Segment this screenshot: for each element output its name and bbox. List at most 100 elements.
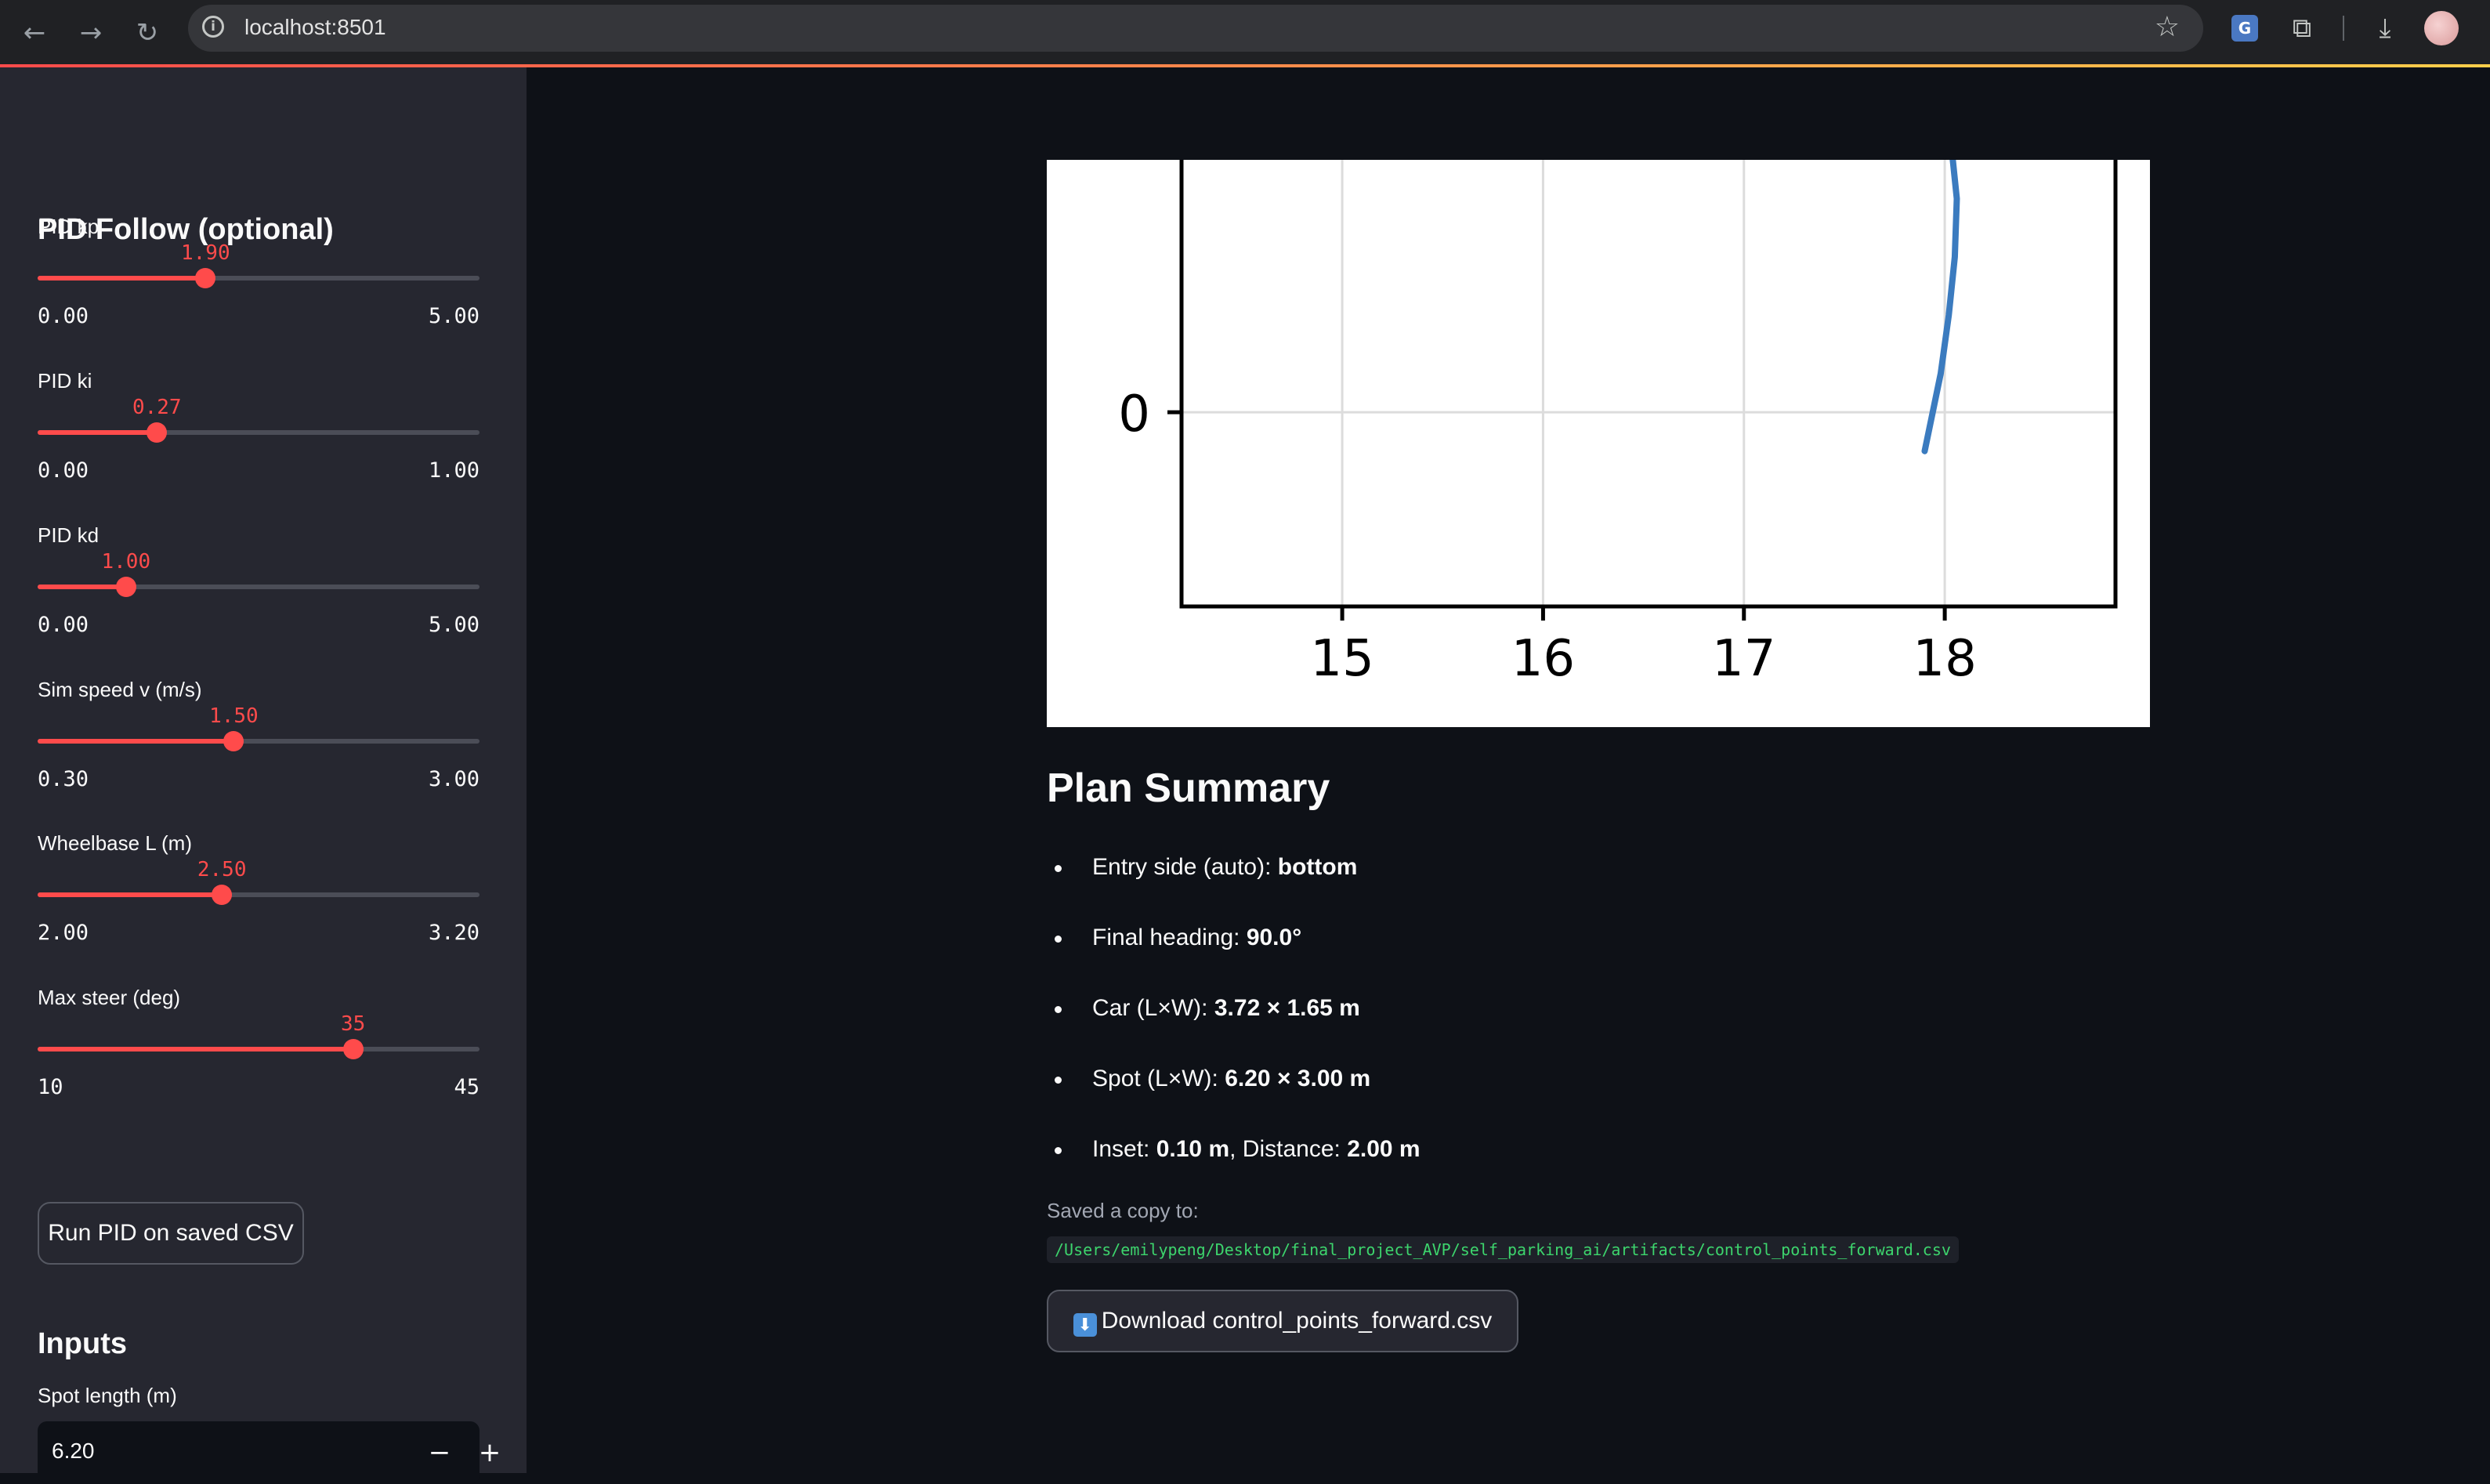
bookmark-star-icon[interactable]: ☆ [2155,11,2180,43]
max-steer-label: Max steer (deg) [38,986,181,1009]
summary-value: 90.0° [1246,925,1302,950]
slider-fill [38,1047,353,1051]
bullet-text: Car (L×W): 3.72 × 1.65 m [1092,995,1360,1022]
slider-track[interactable] [38,1039,480,1059]
bullet-text: Final heading: 90.0° [1092,925,1301,951]
bullet-dot [1055,1006,1062,1013]
x-tick-label: 18 [1913,630,1976,688]
sim-speed-label: Sim speed v (m/s) [38,678,202,701]
pid-kd-label: PID kd [38,523,100,547]
slider-track[interactable] [38,731,480,751]
slider-thumb[interactable] [223,731,244,751]
slider-thumb[interactable] [342,1039,364,1059]
summary-value: 6.20 × 3.00 m [1225,1066,1371,1091]
sim-speed-slider[interactable]: Sim speed v (m/s) 1.50 0.30 3.00 [38,678,480,819]
x-tick-label: 15 [1310,630,1373,688]
max-steer-value: 35 [341,1012,366,1036]
slider-fill [38,430,157,435]
plot-axes-frame [1179,160,2118,609]
summary-label: Entry side (auto): [1092,854,1278,880]
pid-kp-max: 5.00 [428,304,480,328]
increment-button[interactable]: + [470,1432,509,1473]
slider-track[interactable] [38,268,480,288]
pid-ki-max: 1.00 [428,458,480,483]
x-tick-label: 16 [1511,630,1575,688]
sim-speed-max: 3.00 [428,767,480,791]
reload-icon[interactable]: ↻ [127,13,168,53]
pid-kd-min: 0.00 [38,613,89,637]
site-info-icon[interactable]: i [202,16,224,38]
slider-track[interactable] [38,422,480,443]
bullet-dot [1055,1147,1062,1154]
pid-kp-slider[interactable]: PID kp 1.90 0.00 5.00 [38,215,480,356]
wheelbase-max: 3.20 [428,921,480,945]
pid-ki-value: 0.27 [132,396,182,419]
toolbar-divider [2343,16,2344,41]
spot-length-value[interactable]: 6.20 [52,1439,95,1464]
slider-fill [38,276,206,281]
slider-fill [38,892,223,897]
slider-thumb[interactable] [212,885,233,905]
pid-ki-slider[interactable]: PID ki 0.27 0.00 1.00 [38,369,480,510]
profile-avatar[interactable] [2424,11,2459,45]
bullet-text: Spot (L×W): 6.20 × 3.00 m [1092,1066,1370,1092]
url-text[interactable]: localhost:8501 [244,15,386,40]
back-icon[interactable]: ← [14,13,55,53]
summary-label: Final heading: [1092,925,1247,950]
max-steer-max: 45 [454,1075,480,1099]
wheelbase-label: Wheelbase L (m) [38,831,192,855]
slider-fill [38,739,234,744]
bullet-dot [1055,1077,1062,1084]
extensions-icon[interactable]: ⧉ [2285,11,2319,45]
pid-kd-value: 1.00 [101,550,151,574]
downloads-icon[interactable]: ⤓ [2368,11,2402,45]
saved-path: /Users/emilypeng/Desktop/final_project_A… [1047,1236,1959,1263]
summary-value: bottom [1277,854,1358,880]
distance-label: , Distance: [1229,1136,1348,1162]
max-steer-slider[interactable]: Max steer (deg) 35 10 45 [38,986,480,1127]
slider-track[interactable] [38,577,480,597]
pid-kp-min: 0.00 [38,304,89,328]
wheelbase-min: 2.00 [38,921,89,945]
summary-label: Car (L×W): [1092,995,1214,1021]
translate-icon[interactable]: G [2231,15,2258,42]
saved-caption: Saved a copy to: [1047,1199,1199,1222]
bullet-text: Entry side (auto): bottom [1092,854,1357,881]
pid-kp-label: PID kp [38,215,100,238]
forward-icon[interactable]: → [71,13,111,53]
bullet-dot [1055,936,1062,943]
download-button-label: Download control_points_forward.csv [1101,1308,1493,1334]
browser-toolbar: ← → ↻ i localhost:8501 ☆ G ⧉ ⤓ [0,0,2490,67]
sim-speed-value: 1.50 [209,704,259,728]
bullet-dot [1055,865,1062,872]
decrement-button[interactable]: − [420,1432,459,1473]
run-pid-button[interactable]: Run PID on saved CSV [38,1202,304,1265]
address-bar[interactable]: i localhost:8501 ☆ [188,5,2203,52]
pid-ki-min: 0.00 [38,458,89,483]
slider-thumb[interactable] [147,422,168,443]
inputs-heading: Inputs [38,1327,127,1360]
wheelbase-value: 2.50 [197,858,247,881]
sim-speed-min: 0.30 [38,767,89,791]
spot-length-input[interactable]: 6.20 − + [38,1421,501,1484]
x-tick-label: 17 [1712,630,1775,688]
distance-value: 2.00 m [1347,1136,1421,1162]
pid-ki-label: PID ki [38,369,92,393]
y-tick-label: 0 [1118,385,1150,443]
download-icon: ⬇ [1073,1313,1097,1337]
download-csv-button[interactable]: ⬇ Download control_points_forward.csv [1047,1290,1518,1352]
wheelbase-slider[interactable]: Wheelbase L (m) 2.50 2.00 3.20 [38,831,480,972]
trajectory-plot: 15 16 17 18 0 [1047,160,2150,727]
slider-thumb[interactable] [115,577,136,597]
trajectory-line [1921,160,1960,454]
summary-label: Spot (L×W): [1092,1066,1225,1091]
sidebar: PID Follow (optional) PID kp 1.90 0.00 5.00… [0,67,527,1473]
inset-label: Inset: [1092,1136,1156,1162]
inset-value: 0.10 m [1156,1136,1230,1162]
spot-length-label: Spot length (m) [38,1384,177,1407]
pid-kd-max: 5.00 [428,613,480,637]
slider-track[interactable] [38,885,480,905]
pid-kd-slider[interactable]: PID kd 1.00 0.00 5.00 [38,523,480,664]
summary-value: 3.72 × 1.65 m [1214,995,1360,1021]
slider-thumb[interactable] [195,268,216,288]
